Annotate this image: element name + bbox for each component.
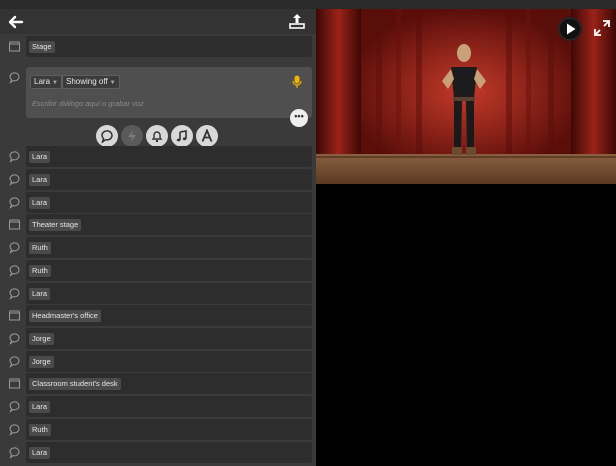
dialog-row[interactable]: Lara [0,146,316,167]
scene-label: Stage [29,41,55,53]
speech-bubble-icon [8,196,21,209]
row-bar [26,237,312,258]
scene-row[interactable]: Classroom student's desk [0,373,316,394]
row-bar [26,146,312,167]
character-label: Ruth [29,265,51,277]
character-label: Lara [29,151,51,163]
preview-panel [316,9,616,466]
speech-bubble-icon [8,400,21,413]
bolt-icon[interactable] [121,125,143,147]
chevron-down-icon: ▼ [109,80,116,86]
dialog-row[interactable]: Jorge [0,328,316,349]
dialog-row[interactable]: Lara [0,169,316,190]
scene-row[interactable]: Stage [0,36,316,57]
character-label: Ruth [29,424,51,436]
row-bar [26,283,312,304]
speech-bubble-icon [8,332,21,345]
scene-label: Headmaster's office [29,310,101,322]
character-label: Ruth [29,242,51,254]
row-bar [26,442,312,463]
mic-icon[interactable] [292,75,302,89]
row-bar [26,36,312,57]
dialog-row[interactable]: Jorge [0,351,316,372]
animation-value: Showing off [66,77,108,86]
character-label: Jorge [29,333,54,345]
music-icon[interactable] [171,125,193,147]
bell-icon[interactable] [146,125,168,147]
dialog-row[interactable]: Lara [0,192,316,213]
row-bar [26,328,312,349]
row-bar [26,396,312,417]
clapperboard-icon [8,218,21,231]
dialog-row[interactable]: Ruth [0,237,316,258]
scene-row[interactable]: Theater stage [0,214,316,235]
speech-bubble-icon [8,241,21,254]
row-bar [26,192,312,213]
dialog-row[interactable]: Lara [0,396,316,417]
character-value: Lara [34,77,51,86]
character-label: Lara [29,401,51,413]
animation-dropdown[interactable]: Showing off ▼ [62,75,120,89]
speech-bubble-icon [8,423,21,436]
speech-bubble-icon [8,446,21,459]
scene-row[interactable]: Headmaster's office [0,305,316,326]
character-dropdown[interactable]: Lara ▼ [30,75,62,89]
play-icon[interactable] [558,17,582,41]
stage-preview[interactable] [316,9,616,184]
back-arrow-icon[interactable] [6,12,26,32]
dialog-row[interactable]: Ruth [0,260,316,281]
speech-bubble-icon [8,71,21,84]
share-icon[interactable] [288,12,306,30]
row-bar [26,419,312,440]
dialog-row[interactable]: Lara [0,283,316,304]
row-bar [26,260,312,281]
speech-bubble-icon [8,150,21,163]
chevron-down-icon: ▼ [52,80,58,86]
character-label: Lara [29,174,51,186]
clapperboard-icon [8,40,21,53]
dialog-row[interactable]: Ruth [0,419,316,440]
expand-icon[interactable] [593,19,611,37]
clapperboard-icon [8,377,21,390]
character-label: Lara [29,447,51,459]
character-label: Lara [29,197,51,209]
script-panel: Stage Lara ▼ Showing off ▼ Escribir diálog… [0,9,316,466]
speech-bubble-icon [8,264,21,277]
speech-bubble-icon [8,355,21,368]
dialog-row[interactable]: Lara [0,442,316,463]
speech-bubble-icon[interactable] [96,125,118,147]
dialog-input[interactable]: Escribir diálogo aquí o grabar voz [32,99,144,108]
row-bar [26,169,312,190]
speech-bubble-icon [8,287,21,300]
top-toolbar [0,9,316,34]
scene-label: Theater stage [29,219,82,231]
character-label: Lara [29,288,51,300]
clapperboard-icon [8,309,21,322]
speech-bubble-icon [8,173,21,186]
scene-label: Classroom student's desk [29,378,121,390]
character-label: Jorge [29,356,54,368]
text-icon[interactable] [196,125,218,147]
row-bar [26,351,312,372]
dialog-editor: Lara ▼ Showing off ▼ Escribir diálogo aquí… [26,67,312,118]
